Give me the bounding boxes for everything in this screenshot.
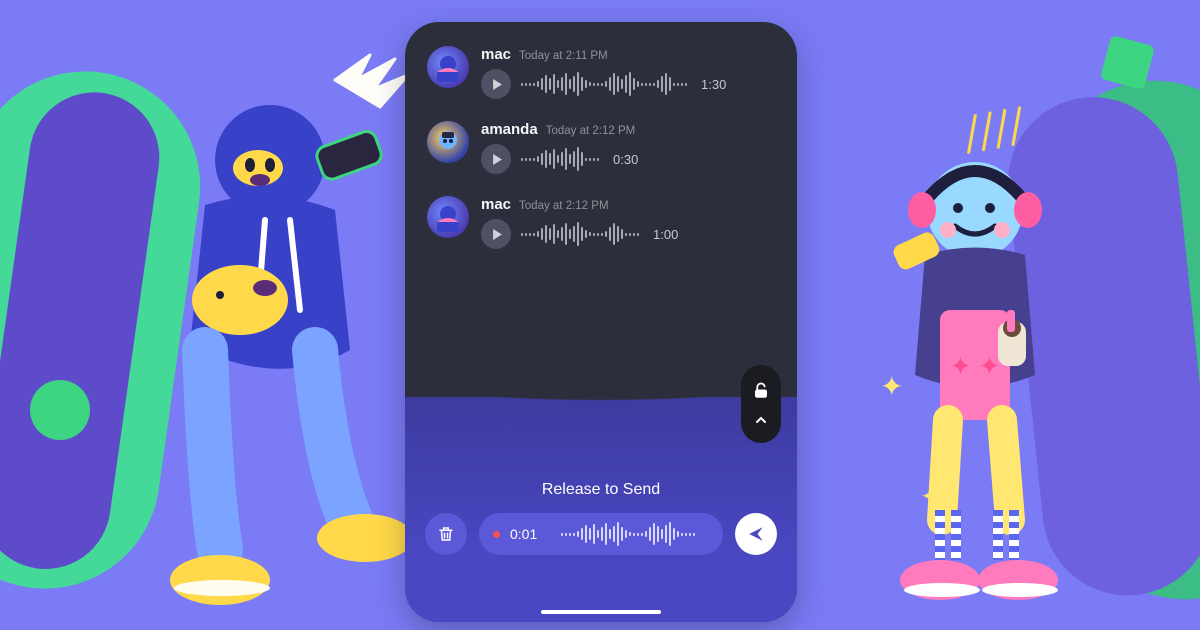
audio-player: 0:30 <box>481 144 775 174</box>
voice-message: amanda Today at 2:12 PM 0:30 <box>427 121 775 174</box>
recording-track: 0:01 <box>479 513 723 555</box>
timestamp: Today at 2:11 PM <box>519 50 608 62</box>
waveform[interactable] <box>521 146 599 172</box>
green-circle-decor <box>30 380 90 440</box>
home-indicator[interactable] <box>541 610 661 614</box>
svg-text:✦ ✦: ✦ ✦ <box>950 351 1001 381</box>
recording-waveform <box>547 522 709 546</box>
username[interactable]: mac <box>481 46 511 63</box>
play-button[interactable] <box>481 69 511 99</box>
send-button[interactable] <box>735 513 777 555</box>
lock-toggle[interactable] <box>741 365 781 443</box>
voice-message: mac Today at 2:12 PM 1:00 <box>427 196 775 249</box>
duration: 1:30 <box>701 77 726 92</box>
phone-mockup: mac Today at 2:11 PM 1:30 amanda Today a… <box>405 22 797 622</box>
recorder-panel: Release to Send 0:01 <box>405 397 797 622</box>
timestamp: Today at 2:12 PM <box>519 200 609 212</box>
avatar[interactable] <box>427 46 469 88</box>
send-icon <box>747 525 765 543</box>
delete-recording-button[interactable] <box>425 513 467 555</box>
username[interactable]: amanda <box>481 121 538 138</box>
character-left-illustration <box>150 90 410 610</box>
timestamp: Today at 2:12 PM <box>546 125 636 137</box>
play-button[interactable] <box>481 144 511 174</box>
audio-player: 1:00 <box>481 219 775 249</box>
username[interactable]: mac <box>481 196 511 213</box>
duration: 0:30 <box>613 152 638 167</box>
message-list: mac Today at 2:11 PM 1:30 amanda Today a… <box>405 22 797 249</box>
character-right-illustration: ✦ ✦ <box>870 150 1080 610</box>
recording-elapsed: 0:01 <box>510 526 537 542</box>
duration: 1:00 <box>653 227 678 242</box>
avatar[interactable] <box>427 121 469 163</box>
recorder-prompt: Release to Send <box>405 481 797 499</box>
waveform[interactable] <box>521 71 687 97</box>
voice-message: mac Today at 2:11 PM 1:30 <box>427 46 775 99</box>
trash-icon <box>437 525 455 543</box>
chevron-up-icon <box>755 414 767 426</box>
avatar[interactable] <box>427 196 469 238</box>
panel-curve-decor <box>405 361 797 451</box>
audio-player: 1:30 <box>481 69 775 99</box>
waveform[interactable] <box>521 221 639 247</box>
recording-indicator-icon <box>493 531 500 538</box>
play-button[interactable] <box>481 219 511 249</box>
unlock-icon <box>752 382 770 400</box>
